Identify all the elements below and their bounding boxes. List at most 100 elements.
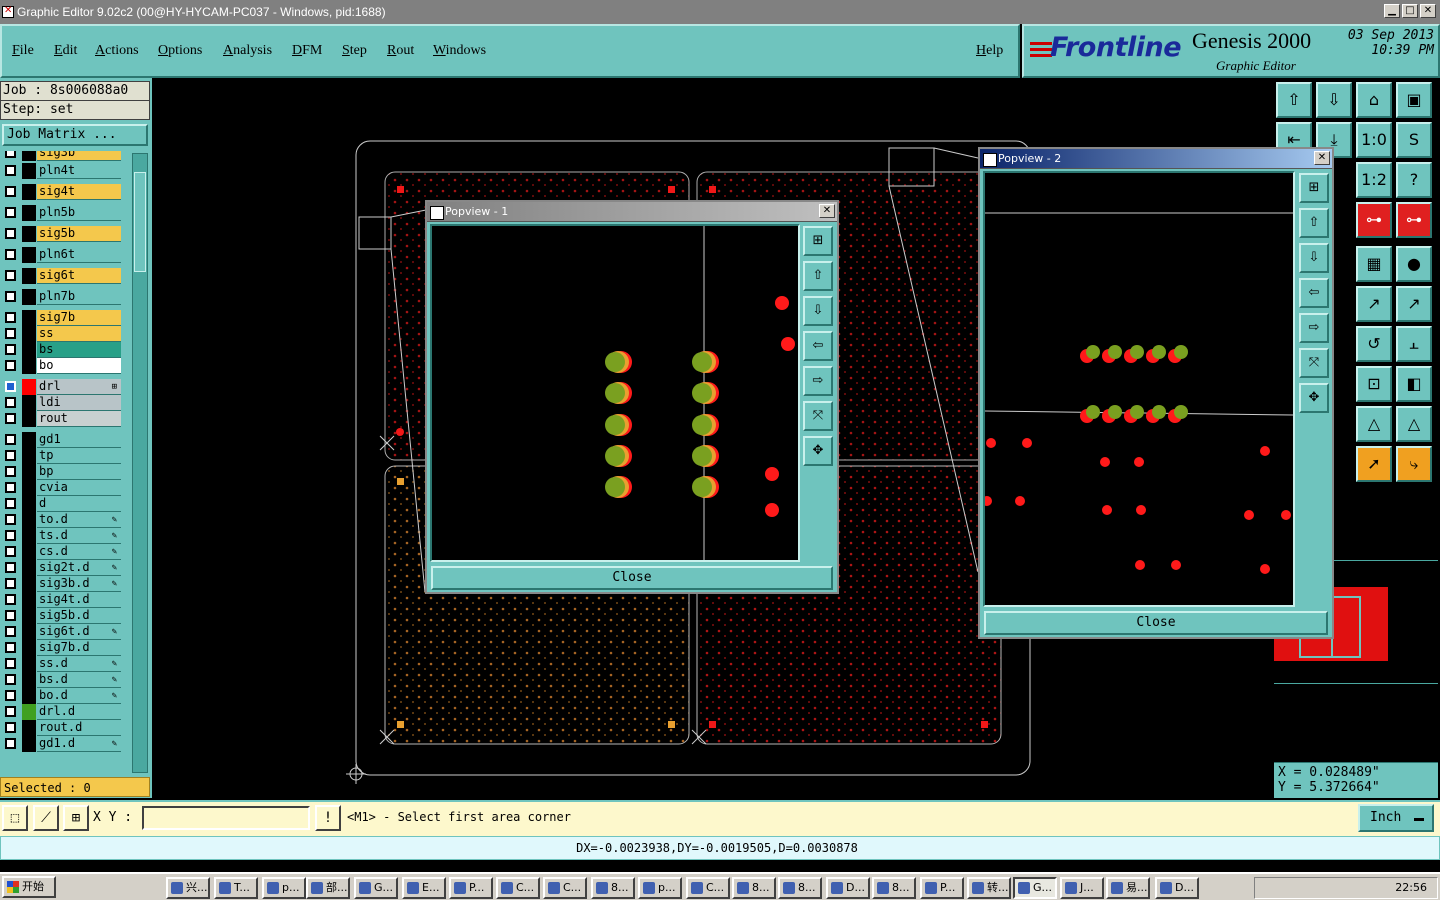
layer-row[interactable]: ss (2, 326, 124, 342)
menu-analysis[interactable]: Analysis (223, 43, 272, 59)
pv1-left-icon[interactable]: ⇦ (803, 331, 833, 361)
tool-measure-icon[interactable]: ⊡ (1356, 366, 1392, 402)
layer-row[interactable]: ts.d ✎ (2, 528, 124, 544)
popview-1-close-button[interactable]: Close (431, 566, 833, 590)
tool-help-icon[interactable]: ? (1396, 162, 1432, 198)
layer-color-swatch[interactable] (22, 310, 36, 326)
layer-row[interactable]: sig4t.d (2, 592, 124, 608)
taskbar-item[interactable]: G... (1013, 877, 1057, 899)
layer-row[interactable]: sig3b (2, 151, 124, 161)
pv2-zoom-in-icon[interactable]: ⤧ (1299, 348, 1329, 378)
layer-row[interactable]: sig5b (2, 226, 124, 242)
layer-color-swatch[interactable] (22, 326, 36, 342)
maximize-button[interactable]: □ (1402, 4, 1418, 18)
layer-checkbox[interactable] (5, 186, 16, 197)
layer-checkbox[interactable] (5, 626, 16, 637)
layer-row[interactable]: sig2t.d ✎ (2, 560, 124, 576)
layer-checkbox[interactable] (5, 207, 16, 218)
zoom-box-icon[interactable]: ⬚ (2, 805, 28, 831)
tool-scale-1-2-icon[interactable]: 1:2 (1356, 162, 1392, 198)
taskbar-item[interactable]: T... (214, 877, 258, 899)
layer-name[interactable]: bo.d ✎ (37, 688, 121, 704)
layer-row[interactable]: bp (2, 464, 124, 480)
layer-checkbox[interactable] (5, 397, 16, 408)
layer-color-swatch[interactable] (22, 289, 36, 305)
menu-dfm[interactable]: DFM (292, 43, 322, 59)
tool-shapes-icon[interactable]: ◧ (1396, 366, 1432, 402)
layer-row[interactable]: sig7b.d (2, 640, 124, 656)
taskbar-item[interactable]: G... (354, 877, 398, 899)
layer-checkbox[interactable] (5, 562, 16, 573)
layer-color-swatch[interactable] (22, 640, 36, 656)
popview-2-view[interactable] (983, 171, 1295, 607)
taskbar-item[interactable]: p... (638, 877, 682, 899)
menu-step[interactable]: Step (342, 43, 367, 59)
taskbar-item[interactable]: D... (826, 877, 870, 899)
layer-checkbox[interactable] (5, 530, 16, 541)
layer-color-swatch[interactable] (22, 576, 36, 592)
scrollbar-thumb[interactable] (134, 172, 146, 272)
tool-layer-up-icon[interactable]: ⇧ (1276, 82, 1312, 118)
popview-2-close-button[interactable]: Close (984, 611, 1328, 635)
layer-row[interactable]: to.d ✎ (2, 512, 124, 528)
layer-color-swatch[interactable] (22, 247, 36, 263)
layer-color-swatch[interactable] (22, 512, 36, 528)
layer-name[interactable]: bp (37, 464, 121, 480)
tool-route-select-icon[interactable]: ⤷ (1396, 446, 1432, 482)
tool-connect2-icon[interactable]: ↗ (1396, 286, 1432, 322)
layer-name[interactable]: pln6t (37, 247, 121, 263)
taskbar-item[interactable]: 8... (591, 877, 635, 899)
layer-checkbox[interactable] (5, 610, 16, 621)
taskbar-item[interactable]: 8... (732, 877, 776, 899)
layer-row[interactable]: sig3b.d ✎ (2, 576, 124, 592)
layer-color-swatch[interactable] (22, 704, 36, 720)
taskbar-item[interactable]: C... (686, 877, 730, 899)
layer-row[interactable]: pln5b (2, 205, 124, 221)
layer-name[interactable]: sig4t.d (37, 592, 121, 608)
layer-row[interactable]: sig7b (2, 310, 124, 326)
layer-row[interactable]: sig4t (2, 184, 124, 200)
pv2-down-icon[interactable]: ⇩ (1299, 243, 1329, 273)
layer-row[interactable]: ldi (2, 395, 124, 411)
layer-color-swatch[interactable] (22, 592, 36, 608)
layer-name[interactable]: cs.d ✎ (37, 544, 121, 560)
taskbar-item[interactable]: J... (1060, 877, 1104, 899)
layer-row[interactable]: pln7b (2, 289, 124, 305)
grid-icon[interactable]: ⊞ (63, 805, 89, 831)
layer-name[interactable]: pln4t (37, 163, 121, 179)
layer-color-swatch[interactable] (22, 411, 36, 427)
layer-row[interactable]: bo.d ✎ (2, 688, 124, 704)
layer-name[interactable]: bo (37, 358, 121, 374)
layer-name[interactable]: pln7b (37, 289, 121, 305)
layer-name[interactable]: ts.d ✎ (37, 528, 121, 544)
layer-color-swatch[interactable] (22, 688, 36, 704)
layer-name[interactable]: bs (37, 342, 121, 358)
layer-checkbox[interactable] (5, 674, 16, 685)
layer-row[interactable]: ss.d ✎ (2, 656, 124, 672)
taskbar-item[interactable]: 部... (306, 877, 350, 899)
layer-checkbox[interactable] (5, 413, 16, 424)
layer-name[interactable]: sig4t (37, 184, 121, 200)
layer-color-swatch[interactable] (22, 151, 36, 161)
taskbar-item[interactable]: C... (543, 877, 587, 899)
layer-checkbox[interactable] (5, 249, 16, 260)
layer-color-swatch[interactable] (22, 395, 36, 411)
menu-windows[interactable]: Windows (433, 43, 486, 59)
layer-checkbox[interactable] (5, 450, 16, 461)
layer-checkbox[interactable] (5, 722, 16, 733)
layer-color-swatch[interactable] (22, 544, 36, 560)
layer-checkbox[interactable] (5, 360, 16, 371)
layer-checkbox[interactable] (5, 658, 16, 669)
start-button[interactable]: 开始 (2, 876, 56, 898)
layer-name[interactable]: cvia (37, 480, 121, 496)
pv1-down-icon[interactable]: ⇩ (803, 296, 833, 326)
tool-select-arrow-icon[interactable]: ➚ (1356, 446, 1392, 482)
layer-checkbox[interactable] (5, 578, 16, 589)
taskbar-item[interactable]: P... (920, 877, 964, 899)
layer-color-swatch[interactable] (22, 226, 36, 242)
tool-polygon2-icon[interactable]: △ (1396, 406, 1432, 442)
layer-color-swatch[interactable] (22, 448, 36, 464)
layer-color-swatch[interactable] (22, 736, 36, 752)
layer-name[interactable]: d (37, 496, 121, 512)
layer-color-swatch[interactable] (22, 205, 36, 221)
